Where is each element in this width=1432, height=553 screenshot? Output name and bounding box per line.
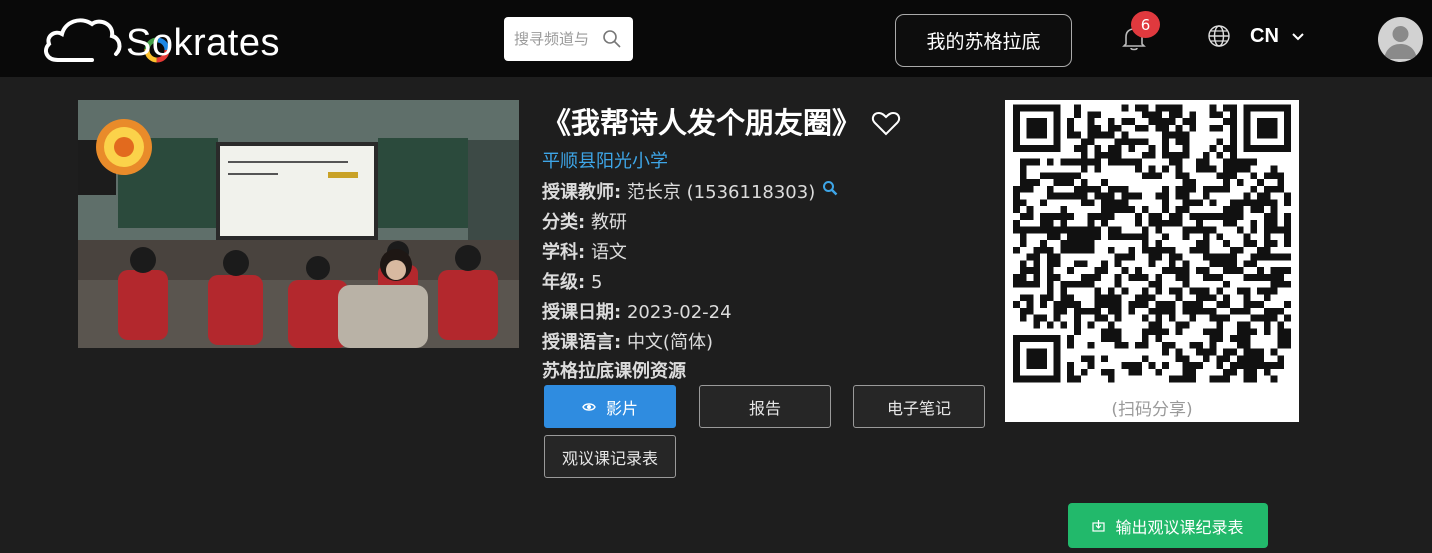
qr-caption: (扫码分享) xyxy=(1111,400,1193,420)
teacher-label: 授课教师: xyxy=(542,182,622,203)
chevron-down-icon[interactable] xyxy=(1291,32,1305,42)
language-row: 授课语言: 中文(简体) xyxy=(542,328,713,354)
subject-row: 学科: 语文 xyxy=(542,238,627,264)
language-selector[interactable]: CN xyxy=(1250,25,1279,48)
cloud-logo-icon xyxy=(44,18,122,62)
grade-row: 年级: 5 xyxy=(542,268,602,294)
video-button-label: 影片 xyxy=(605,398,638,418)
user-icon xyxy=(1384,26,1417,59)
top-navigation-bar: Sokrates 我的苏格拉底 6 CN xyxy=(0,0,1432,77)
video-button[interactable]: 影片 xyxy=(544,385,676,428)
teacher-value: 范长京 (1536118303) xyxy=(626,182,816,203)
search-icon[interactable] xyxy=(602,29,622,49)
category-value: 教研 xyxy=(590,212,627,233)
search-input[interactable] xyxy=(514,28,598,50)
grade-label: 年级: xyxy=(542,272,586,293)
my-sokrates-button[interactable]: 我的苏格拉底 xyxy=(895,14,1072,67)
export-icon xyxy=(1092,520,1106,532)
date-row: 授课日期: 2023-02-24 xyxy=(542,298,732,324)
observation-record-button[interactable]: 观议课记录表 xyxy=(544,435,676,478)
export-record-button[interactable]: 输出观议课纪录表 xyxy=(1068,503,1268,548)
teacher-search-icon[interactable] xyxy=(822,180,838,196)
teacher-row: 授课教师: 范长京 (1536118303) xyxy=(542,178,815,204)
user-avatar[interactable] xyxy=(1378,17,1423,62)
globe-icon[interactable] xyxy=(1206,23,1232,49)
video-thumbnail[interactable] xyxy=(78,100,519,348)
classroom-image xyxy=(78,100,519,348)
eye-icon xyxy=(582,402,596,411)
qr-share-card: (扫码分享) xyxy=(1005,100,1299,422)
report-button[interactable]: 报告 xyxy=(699,385,831,428)
date-label: 授课日期: xyxy=(542,302,622,323)
search-box[interactable] xyxy=(504,17,633,61)
resources-title: 苏格拉底课例资源 xyxy=(542,361,686,382)
subject-value: 语文 xyxy=(590,242,627,263)
lesson-title: 《我帮诗人发个朋友圈》 xyxy=(542,106,862,140)
category-row: 分类: 教研 xyxy=(542,208,627,234)
notification-badge: 6 xyxy=(1131,11,1160,38)
language-value: 中文(简体) xyxy=(626,332,713,353)
category-label: 分类: xyxy=(542,212,586,233)
language-label: 授课语言: xyxy=(542,332,622,353)
heart-icon[interactable] xyxy=(871,110,901,136)
qr-code xyxy=(1013,104,1291,383)
notes-button[interactable]: 电子笔记 xyxy=(853,385,985,428)
export-button-label: 输出观议课纪录表 xyxy=(1115,517,1244,537)
sokrates-logo[interactable]: Sokrates xyxy=(40,12,280,68)
school-link[interactable]: 平顺县阳光小学 xyxy=(542,147,668,173)
grade-value: 5 xyxy=(590,272,603,293)
subject-label: 学科: xyxy=(542,242,586,263)
logo-text: Sokrates xyxy=(126,22,280,64)
date-value: 2023-02-24 xyxy=(626,302,732,323)
